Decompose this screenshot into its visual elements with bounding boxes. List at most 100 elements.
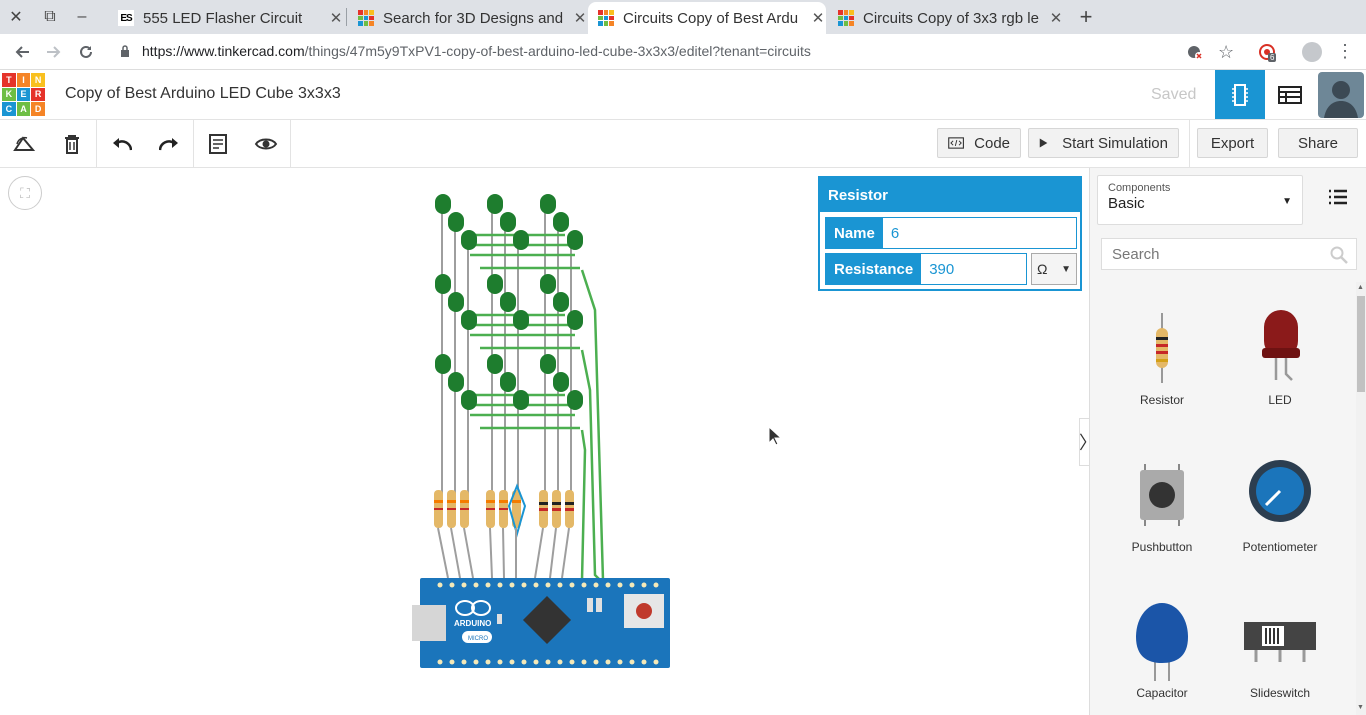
tab-title: 555 LED Flasher Circuit bbox=[143, 9, 303, 27]
bookmark-star-icon[interactable]: ☆ bbox=[1218, 42, 1234, 63]
code-button[interactable]: Code bbox=[937, 128, 1021, 158]
inspector-title: Resistor bbox=[820, 178, 1080, 212]
category-label: Components bbox=[1108, 182, 1171, 194]
resistance-label: Resistance bbox=[826, 254, 922, 284]
tinkercad-icon bbox=[838, 10, 854, 26]
dropdown-caret-icon: ▼ bbox=[1061, 263, 1071, 275]
chip-icon bbox=[1232, 83, 1248, 106]
export-button[interactable]: Export bbox=[1197, 128, 1268, 158]
resistance-input[interactable]: 390 bbox=[921, 254, 1026, 284]
led-cube-circuit[interactable]: ARDUINO MICRO bbox=[410, 190, 680, 675]
table-icon bbox=[1278, 85, 1302, 104]
forward-icon[interactable] bbox=[42, 40, 66, 64]
resistor-inspector: Resistor Name 6 Resistance 390 Ω ▼ bbox=[818, 176, 1082, 291]
tab-title: Search for 3D Designs and bbox=[383, 9, 564, 27]
scroll-thumb[interactable] bbox=[1357, 296, 1365, 392]
document-title[interactable]: Copy of Best Arduino LED Cube 3x3x3 bbox=[65, 85, 341, 103]
potentiometer-icon bbox=[1249, 460, 1311, 522]
save-status: Saved bbox=[1151, 86, 1197, 103]
address-bar: https://www.tinkercad.com/things/47m5y9T… bbox=[0, 34, 1366, 70]
tab-title: Circuits Copy of 3x3 rgb le bbox=[863, 9, 1039, 27]
extension-icon[interactable]: 6 bbox=[1258, 43, 1280, 68]
share-button[interactable]: Share bbox=[1278, 128, 1358, 158]
arduino-brand-label: ARDUINO bbox=[454, 619, 491, 628]
capacitor-icon bbox=[1136, 603, 1188, 681]
redo-icon[interactable] bbox=[153, 128, 185, 160]
name-label: Name bbox=[826, 218, 883, 248]
window-minimize-icon[interactable]: – bbox=[66, 0, 98, 34]
component-resistor[interactable]: Resistor bbox=[1107, 303, 1217, 407]
extension-badge: 6 bbox=[1268, 53, 1277, 62]
app-header: T I N K E R C A D Copy of Best Arduino L… bbox=[0, 70, 1366, 120]
profile-icon[interactable] bbox=[1302, 42, 1322, 62]
code-label: Code bbox=[974, 134, 1010, 152]
panel-scrollbar[interactable]: ▲ ▼ bbox=[1356, 282, 1366, 715]
component-pushbutton[interactable]: Pushbutton bbox=[1107, 450, 1217, 554]
components-panel: Components Basic ▼ Search Resistor LED P… bbox=[1089, 168, 1366, 715]
circuit-view-button[interactable] bbox=[1215, 70, 1265, 119]
tab-close-icon[interactable]: ✕ bbox=[572, 9, 588, 27]
search-placeholder: Search bbox=[1112, 246, 1160, 263]
name-field[interactable]: Name 6 bbox=[825, 217, 1077, 249]
category-value: Basic bbox=[1108, 195, 1145, 212]
lock-icon bbox=[121, 45, 129, 57]
back-icon[interactable] bbox=[10, 40, 34, 64]
undo-icon[interactable] bbox=[106, 128, 138, 160]
tinkercad-icon bbox=[358, 10, 374, 26]
start-simulation-button[interactable]: Start Simulation bbox=[1028, 128, 1179, 158]
tab-close-icon[interactable]: ✕ bbox=[328, 9, 344, 27]
list-view-icon[interactable] bbox=[1320, 182, 1356, 212]
component-led[interactable]: LED bbox=[1225, 303, 1335, 407]
window-close-icon[interactable]: ✕ bbox=[0, 0, 32, 34]
play-icon bbox=[1039, 138, 1048, 148]
fit-view-icon[interactable]: ⛶ bbox=[8, 176, 42, 210]
component-category-select[interactable]: Components Basic ▼ bbox=[1097, 175, 1303, 225]
resistor-icon bbox=[1156, 313, 1168, 383]
component-name: Potentiometer bbox=[1242, 540, 1318, 554]
arduino-micro-board: ARDUINO MICRO bbox=[412, 578, 670, 668]
scroll-down-icon[interactable]: ▼ bbox=[1357, 704, 1364, 711]
tinkercad-logo[interactable]: T I N K E R C A D bbox=[2, 73, 45, 116]
browser-tab[interactable]: Circuits Copy of 3x3 rgb le ✕ bbox=[828, 2, 1064, 34]
blocked-cookie-icon[interactable] bbox=[1186, 43, 1204, 66]
component-name: Resistor bbox=[1139, 393, 1184, 407]
notes-icon[interactable] bbox=[202, 128, 234, 160]
resistance-field[interactable]: Resistance 390 bbox=[825, 253, 1027, 285]
browser-tab[interactable]: ES 555 LED Flasher Circuit ✕ bbox=[108, 2, 344, 34]
component-slideswitch[interactable]: Slideswitch bbox=[1225, 596, 1335, 700]
unit-value: Ω bbox=[1037, 261, 1048, 277]
led-layer-top bbox=[435, 194, 583, 250]
es-icon: ES bbox=[118, 10, 134, 26]
name-input[interactable]: 6 bbox=[882, 218, 1076, 248]
browser-tab[interactable]: Search for 3D Designs and ✕ bbox=[348, 2, 588, 34]
unit-select[interactable]: Ω ▼ bbox=[1031, 253, 1077, 285]
window-restore-icon[interactable]: ⧉ bbox=[34, 0, 66, 34]
component-capacitor[interactable]: Capacitor bbox=[1107, 596, 1217, 700]
component-name: Capacitor bbox=[1136, 686, 1188, 700]
url-text[interactable]: https://www.tinkercad.com/things/47m5y9T… bbox=[142, 43, 811, 59]
slideswitch-icon bbox=[1244, 622, 1316, 662]
browser-tab-active[interactable]: Circuits Copy of Best Ardu ✕ bbox=[588, 2, 826, 34]
scroll-up-icon[interactable]: ▲ bbox=[1357, 284, 1364, 291]
tab-close-icon[interactable]: ✕ bbox=[810, 9, 826, 27]
component-search-input[interactable]: Search bbox=[1101, 238, 1357, 270]
tab-close-icon[interactable]: ✕ bbox=[1048, 9, 1064, 27]
arduino-model-label: MICRO bbox=[468, 636, 488, 642]
pushbutton-icon bbox=[1140, 464, 1184, 526]
reload-icon[interactable] bbox=[74, 40, 98, 64]
visibility-icon[interactable] bbox=[250, 128, 282, 160]
component-potentiometer[interactable]: Potentiometer bbox=[1225, 450, 1335, 554]
avatar[interactable] bbox=[1318, 72, 1364, 118]
search-icon bbox=[1330, 246, 1348, 264]
new-tab-icon[interactable]: + bbox=[1073, 4, 1099, 30]
mouse-cursor-icon bbox=[768, 426, 782, 446]
export-label: Export bbox=[1210, 134, 1255, 152]
schematic-view-button[interactable] bbox=[1265, 70, 1315, 119]
delete-icon[interactable] bbox=[56, 128, 88, 160]
component-name: Slideswitch bbox=[1249, 686, 1311, 700]
rotate-icon[interactable] bbox=[8, 128, 40, 160]
browser-menu-icon[interactable]: ⋮ bbox=[1336, 41, 1354, 62]
led-layer-bottom bbox=[435, 354, 583, 410]
tinkercad-icon bbox=[598, 10, 614, 26]
tab-title: Circuits Copy of Best Ardu bbox=[623, 9, 799, 27]
